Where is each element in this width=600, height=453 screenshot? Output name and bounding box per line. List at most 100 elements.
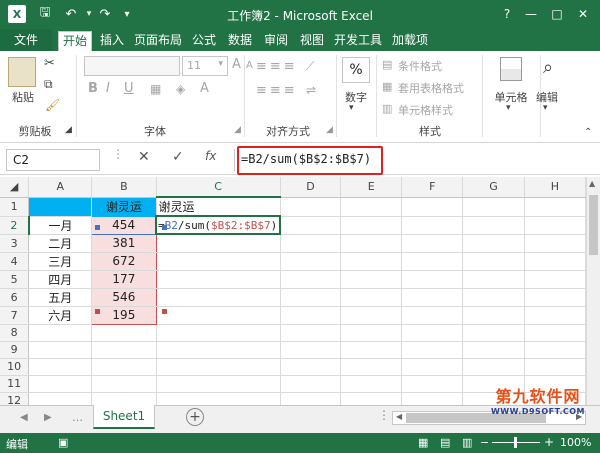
font-color-icon[interactable]: A (200, 81, 209, 96)
cell[interactable] (156, 392, 281, 405)
cell[interactable] (156, 270, 281, 289)
zoom-slider-thumb[interactable] (514, 437, 517, 448)
cut-icon[interactable]: ✂ (44, 56, 55, 71)
range-handle-icon[interactable] (162, 309, 167, 314)
number-dropdown-icon[interactable]: ▾ (349, 103, 354, 113)
cell[interactable] (340, 234, 403, 253)
cell[interactable] (401, 216, 464, 235)
cell[interactable] (462, 288, 525, 307)
cell-value[interactable]: 195 (91, 306, 157, 325)
cancel-entry-icon[interactable]: ✕ (138, 149, 150, 165)
cell[interactable] (401, 234, 464, 253)
column-header[interactable]: D (280, 177, 342, 198)
row-header[interactable]: 9 (0, 341, 30, 359)
tab-insert[interactable]: 插入 (96, 29, 128, 51)
cell[interactable] (340, 392, 403, 405)
cell[interactable] (280, 306, 342, 325)
cells-dropdown-icon[interactable]: ▾ (506, 103, 511, 113)
cell[interactable] (280, 358, 342, 376)
tab-developer[interactable]: 开发工具 (332, 29, 384, 51)
column-header[interactable]: F (401, 177, 464, 198)
cell[interactable] (401, 252, 464, 271)
conditional-format-button[interactable]: 条件格式 (398, 58, 442, 74)
cell-c1[interactable]: 谢灵运 (156, 197, 281, 217)
column-header-selected[interactable]: C (156, 177, 281, 198)
cell[interactable] (156, 324, 281, 342)
collapse-ribbon-icon[interactable]: ⌃ (584, 127, 592, 138)
cell[interactable] (401, 375, 464, 393)
row-header[interactable]: 11 (0, 375, 30, 393)
cell[interactable] (401, 392, 464, 405)
formula-bar-grip-icon[interactable]: ⋮ (112, 147, 124, 161)
cell[interactable] (524, 216, 586, 235)
range-handle-icon[interactable] (162, 225, 167, 230)
cell[interactable] (280, 234, 342, 253)
italic-button[interactable]: I (106, 81, 110, 96)
editing-dropdown-icon[interactable]: ▾ (543, 103, 548, 113)
font-size-select[interactable]: 11 ▾ (182, 56, 228, 76)
scroll-thumb[interactable] (589, 195, 598, 255)
row-header[interactable]: 6 (0, 288, 30, 307)
next-sheet-icon[interactable]: ▶ (44, 412, 52, 423)
cell[interactable] (156, 234, 281, 253)
minimize-button[interactable]: — (520, 4, 542, 24)
cell[interactable] (280, 392, 342, 405)
cell[interactable] (28, 358, 93, 376)
column-header[interactable]: E (340, 177, 403, 198)
row-header[interactable]: 8 (0, 324, 30, 342)
cell[interactable] (340, 375, 403, 393)
paste-button[interactable]: 粘贴 (6, 89, 40, 105)
cell[interactable] (462, 358, 525, 376)
row-header[interactable]: 10 (0, 358, 30, 376)
copy-icon[interactable]: ⧉ (44, 77, 53, 92)
cell[interactable] (401, 288, 464, 307)
cell[interactable] (91, 358, 157, 376)
cell[interactable] (91, 392, 157, 405)
cell-value[interactable]: 672 (91, 252, 157, 271)
tab-file[interactable]: 文件 (0, 29, 52, 51)
cell[interactable] (524, 234, 586, 253)
cell[interactable] (156, 252, 281, 271)
font-name-select[interactable] (84, 56, 180, 76)
cell[interactable] (340, 306, 403, 325)
cell[interactable] (462, 324, 525, 342)
normal-view-icon[interactable]: ▦ (418, 436, 428, 449)
horizontal-align-icons[interactable]: ≡≡≡ (256, 83, 298, 98)
cell[interactable] (28, 341, 93, 359)
cell[interactable] (340, 324, 403, 342)
tab-data[interactable]: 数据 (224, 29, 256, 51)
cell[interactable] (340, 252, 403, 271)
cell[interactable] (280, 216, 342, 235)
row-header[interactable]: 4 (0, 252, 30, 271)
cell[interactable] (156, 375, 281, 393)
vertical-align-icons[interactable]: ≡≡≡ (256, 59, 298, 74)
borders-icon[interactable]: ▦ (150, 82, 161, 96)
worksheet-grid[interactable]: ◢ A B C D E F G H 1 谢灵运 谢灵运 2 一月 454 =B2… (0, 177, 586, 405)
cell-value[interactable]: 381 (91, 234, 157, 253)
prev-sheet-icon[interactable]: ◀ (20, 412, 28, 423)
number-button[interactable]: 数字 (340, 89, 372, 105)
cell[interactable] (462, 341, 525, 359)
cell[interactable] (340, 358, 403, 376)
row-header[interactable]: 3 (0, 234, 30, 253)
cell[interactable] (462, 270, 525, 289)
name-box[interactable]: C2 (6, 149, 100, 171)
cell[interactable] (524, 358, 586, 376)
cells-button[interactable]: 单元格 (487, 89, 535, 105)
cell[interactable] (156, 341, 281, 359)
cell[interactable] (524, 270, 586, 289)
cell[interactable] (340, 341, 403, 359)
cell-b1[interactable]: 谢灵运 (91, 197, 157, 217)
column-header[interactable]: H (524, 177, 586, 198)
cell[interactable] (340, 288, 403, 307)
cell[interactable] (156, 306, 281, 325)
scroll-up-icon[interactable]: ▲ (589, 179, 595, 188)
cell[interactable] (524, 341, 586, 359)
more-sheets-icon[interactable]: … (72, 411, 83, 424)
cell[interactable] (156, 358, 281, 376)
cell[interactable] (524, 288, 586, 307)
cell[interactable] (462, 306, 525, 325)
zoom-out-icon[interactable]: − (480, 436, 489, 449)
cell-month[interactable]: 五月 (28, 288, 93, 307)
alignment-launcher-icon[interactable]: ◢ (326, 125, 333, 135)
